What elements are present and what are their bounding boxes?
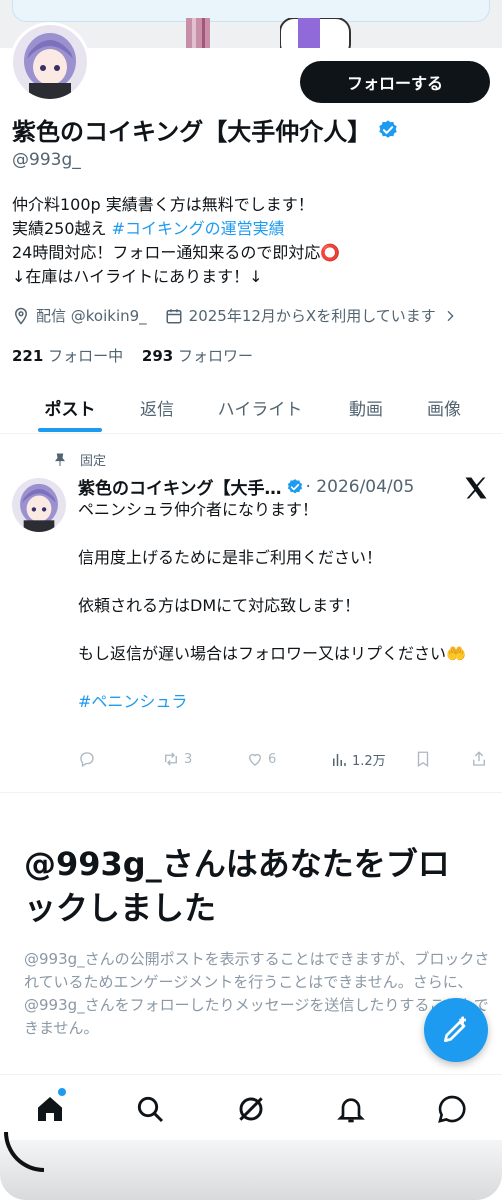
profile-location: 配信 @koikin9_: [36, 307, 147, 325]
avatar-image: [12, 478, 66, 532]
tab-videos[interactable]: 動画: [330, 380, 402, 434]
profile-display-name: 紫色のコイキング【大手仲介人】: [12, 112, 399, 147]
avatar-image: [13, 25, 87, 99]
heart-icon: [249, 753, 261, 766]
nav-grok[interactable]: [235, 1093, 267, 1125]
compose-button[interactable]: [424, 998, 488, 1062]
tweet-date[interactable]: · 2026/04/05: [306, 477, 415, 497]
bio-hashtag-link[interactable]: #コイキングの運営実績: [112, 219, 285, 238]
views-chart-icon: [333, 753, 346, 766]
tab-posts[interactable]: ポスト: [20, 380, 120, 434]
location-icon: [14, 307, 28, 325]
tweet-text: ペニンシュラ仲介者になります！ 信用度上げるために是非ご利用ください！ 依頼され…: [78, 498, 490, 738]
bio-line: ↓在庫はハイライトにあります！↓: [12, 267, 263, 286]
grok-icon: [239, 1097, 263, 1121]
display-name-text: 紫色のコイキング【大手仲介人】: [12, 118, 372, 146]
tab-images[interactable]: 画像: [408, 380, 480, 434]
messages-icon: [438, 1095, 466, 1123]
tweet-line: もし返信が遅い場合はフォロワー又はリプください🤲: [78, 644, 466, 663]
followers-label: フォロワー: [177, 347, 253, 365]
tweet-header: 紫色のコイキング【大手… · 2026/04/05: [78, 474, 415, 500]
pin-icon: [55, 453, 65, 466]
profile-handle: @993g_: [12, 150, 81, 170]
nav-notifications[interactable]: [335, 1093, 367, 1125]
bookmark-icon: [417, 751, 429, 768]
notifications-icon: [337, 1098, 365, 1123]
tweet-author-avatar[interactable]: [12, 478, 66, 532]
view-count: 1.2万: [352, 754, 386, 769]
reply-icon: [80, 752, 94, 767]
views-button[interactable]: 1.2万: [330, 750, 386, 769]
tweet-hashtag-link[interactable]: #ペニンシュラ: [78, 690, 490, 714]
like-button[interactable]: 6: [246, 750, 276, 768]
retweet-count: 3: [184, 751, 193, 767]
compose-icon: [444, 1016, 466, 1042]
active-tab-indicator: [38, 428, 102, 432]
retweet-button[interactable]: 3: [162, 750, 192, 768]
profile-bio: 仲介料100p 実績書く方は無料でします！ 実績250越え #コイキングの運営実…: [12, 193, 492, 289]
following-link[interactable]: 221 フォロー中: [12, 347, 123, 365]
home-notification-dot: [58, 1088, 66, 1096]
followers-count: 293: [141, 347, 174, 365]
tweet-line: 依頼される方はDMにて対応致します！: [78, 596, 361, 615]
chevron-right-icon[interactable]: [442, 308, 458, 324]
like-count: 6: [268, 751, 277, 767]
profile-joined-date: 2025年12月からXを利用しています: [188, 307, 436, 325]
following-label: フォロー中: [48, 347, 124, 365]
home-icon: [38, 1097, 62, 1121]
section-divider: [0, 792, 502, 793]
banner-art-right: [280, 18, 351, 48]
tab-highlights[interactable]: ハイライト: [200, 380, 320, 434]
tweet-author-name[interactable]: 紫色のコイキング【大手…: [78, 474, 282, 499]
reply-button[interactable]: [78, 750, 96, 768]
blocked-description: @993g_さんの公開ポストを表示することはできますが、ブロックされているためエ…: [24, 950, 490, 1037]
tweet-line: ペニンシュラ仲介者になります！: [78, 500, 319, 519]
following-count: 221: [12, 347, 44, 365]
bio-line: 実績250越え #コイキングの運営実績: [12, 217, 492, 241]
profile-avatar[interactable]: [10, 22, 90, 102]
bio-text: 実績250越え: [12, 219, 112, 238]
bio-line: 仲介料100p 実績書く方は無料でします！: [12, 195, 314, 214]
banner-art-left: [186, 18, 210, 48]
tab-replies[interactable]: 返信: [120, 380, 194, 434]
tweet-actions: 3 6 1.2万: [78, 750, 490, 772]
blocked-title: @993g_さんはあなたをブロックしました: [24, 845, 450, 927]
profile-tabs: ポスト 返信 ハイライト 動画 画像: [0, 380, 502, 434]
share-button[interactable]: [470, 750, 488, 768]
tweet-line: 信用度上げるために是非ご利用ください！: [78, 548, 383, 567]
follow-button[interactable]: フォローする: [300, 61, 490, 103]
share-icon: [473, 751, 485, 766]
verified-badge-icon: [287, 478, 302, 493]
follow-counts: 221 フォロー中 293 フォロワー: [12, 345, 253, 366]
nav-search[interactable]: [134, 1093, 166, 1125]
nav-messages[interactable]: [436, 1093, 468, 1125]
verified-badge-icon[interactable]: [377, 119, 399, 141]
bookmark-button[interactable]: [414, 750, 432, 768]
device-bottom-edge: [0, 1140, 502, 1200]
followers-link[interactable]: 293 フォロワー: [142, 347, 253, 365]
profile-meta: 配信 @koikin9_ 2025年12月からXを利用しています: [12, 305, 458, 326]
pinned-indicator: 固定: [52, 450, 106, 469]
nav-home[interactable]: [34, 1093, 66, 1125]
retweet-icon: [165, 752, 177, 766]
calendar-icon: [166, 308, 182, 323]
search-icon: [137, 1096, 164, 1123]
bio-line: 24時間対応！フォロー通知来るので即対応⭕️: [12, 243, 341, 262]
pinned-label: 固定: [80, 454, 107, 469]
